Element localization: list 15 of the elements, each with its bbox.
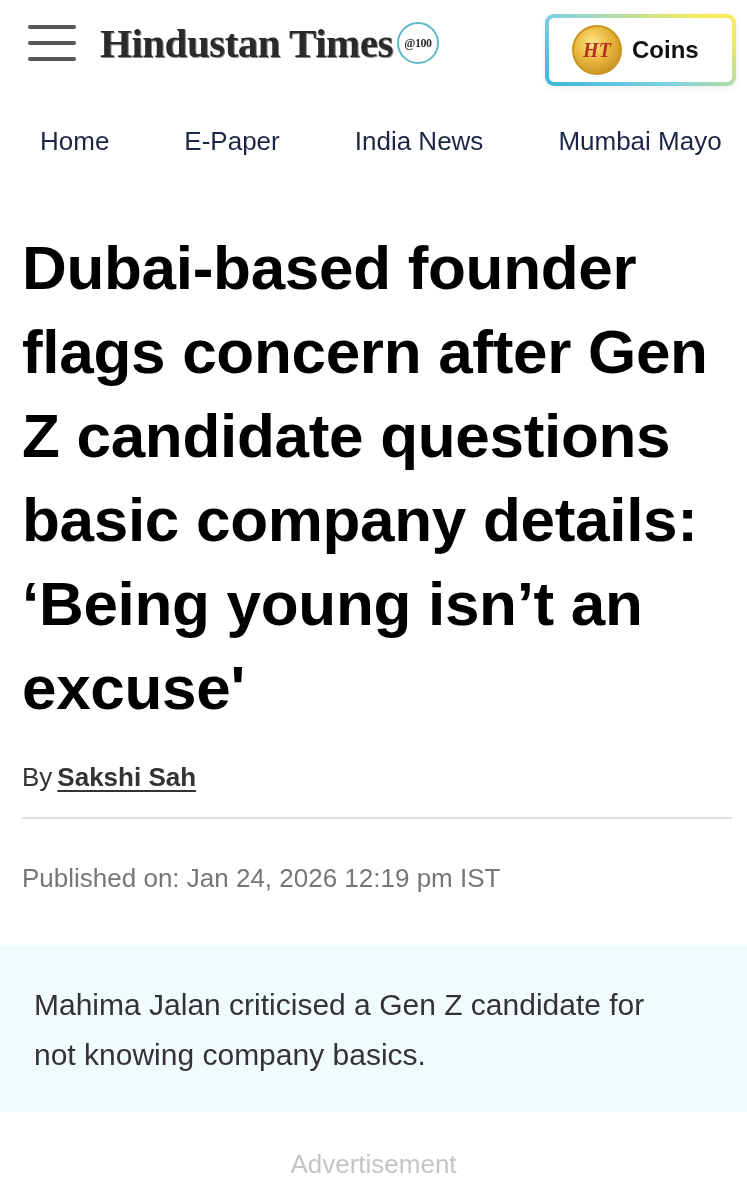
author-link[interactable]: Sakshi Sah (57, 759, 197, 795)
coin-logo: HT (572, 25, 622, 75)
byline-prefix: By (22, 761, 53, 794)
menu-button[interactable] (28, 25, 76, 61)
menu-icon (28, 25, 76, 61)
nav-link[interactable]: India News (354, 124, 484, 158)
nav-link[interactable]: Home (40, 124, 110, 158)
nav-link[interactable]: E-Paper (184, 124, 280, 158)
site-logo[interactable]: Hindustan Times (100, 19, 393, 67)
article-headline: Dubai-based founder flags concern after Gen Z candidate questions basic company details: ‘Being young isn’t an excuse' (22, 232, 709, 724)
nav-link[interactable]: Mumbai Mayo (558, 124, 722, 158)
article-summary: Mahima Jalan criticised a Gen Z candidate for not knowing company basics. (34, 987, 646, 1073)
anniversary-badge: @100 (396, 22, 439, 64)
advertisement-label: Advertisement (290, 1148, 457, 1181)
published-date: Published on: Jan 24, 2026 12:19 pm IST (22, 862, 502, 895)
